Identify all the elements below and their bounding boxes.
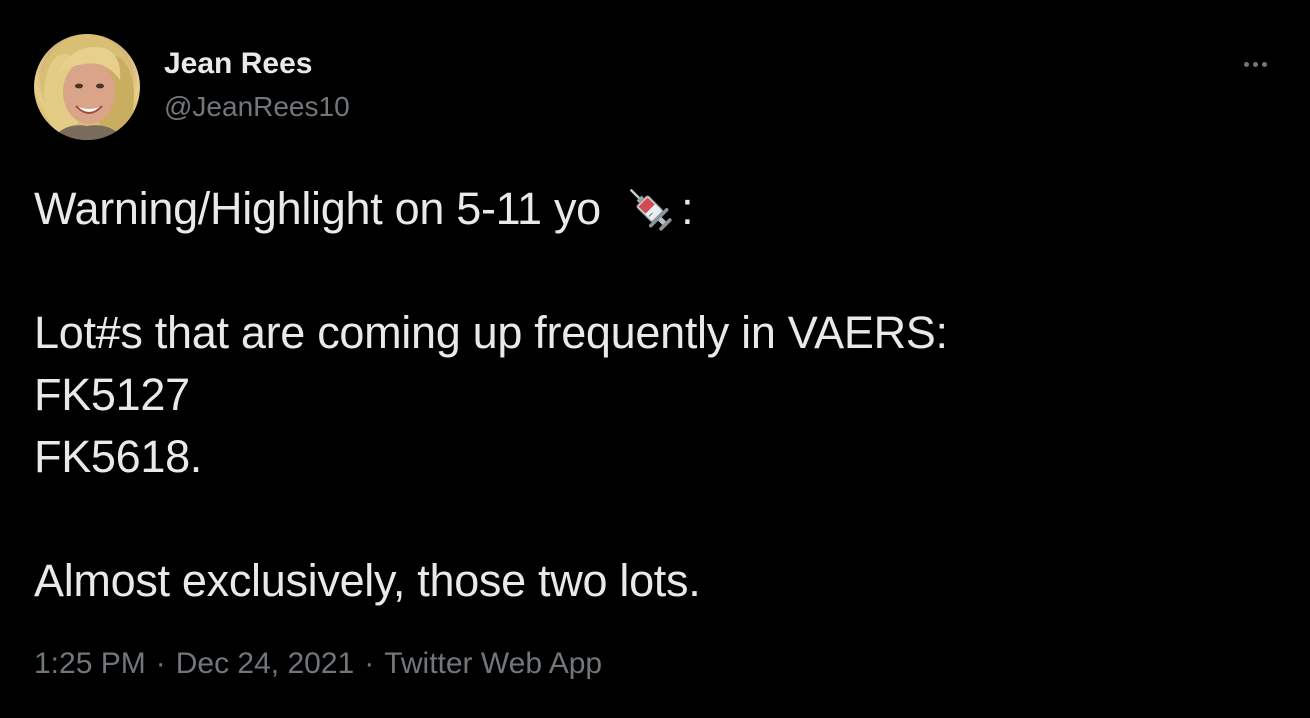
tweet-line-5: Almost exclusively, those two lots.: [34, 555, 701, 606]
avatar[interactable]: [34, 34, 140, 140]
tweet-line-3: FK5127: [34, 369, 190, 420]
tweet-date[interactable]: Dec 24, 2021: [176, 647, 354, 680]
more-options-button[interactable]: [1232, 48, 1278, 78]
tweet-line-1-text: Warning/Highlight on 5-11 yo: [34, 183, 614, 234]
more-horizontal-icon: [1242, 54, 1269, 72]
tweet-card: Jean Rees @JeanRees10 Warning/Highlight …: [0, 0, 1310, 718]
author-info: Jean Rees @JeanRees10: [164, 46, 350, 124]
meta-separator: ·: [155, 647, 166, 680]
syringe-icon: [629, 188, 672, 231]
tweet-source-link[interactable]: Twitter Web App: [384, 647, 602, 680]
tweet-line-4: FK5618.: [34, 431, 203, 482]
tweet-line-1-colon: :: [681, 183, 694, 234]
user-avatar-icon: [41, 34, 134, 140]
display-name[interactable]: Jean Rees: [164, 46, 350, 82]
tweet-line-2: Lot#s that are coming up frequently in V…: [34, 307, 948, 358]
tweet-line-1: Warning/Highlight on 5-11 yo:: [34, 178, 1274, 240]
tweet-metadata: 1:25 PM · Dec 24, 2021 · Twitter Web App: [34, 644, 602, 684]
tweet-text: Warning/Highlight on 5-11 yo: Lot#s tha…: [34, 178, 1274, 612]
user-handle[interactable]: @JeanRees10: [164, 90, 350, 124]
tweet-time[interactable]: 1:25 PM: [34, 647, 146, 680]
meta-separator: ·: [364, 647, 375, 680]
